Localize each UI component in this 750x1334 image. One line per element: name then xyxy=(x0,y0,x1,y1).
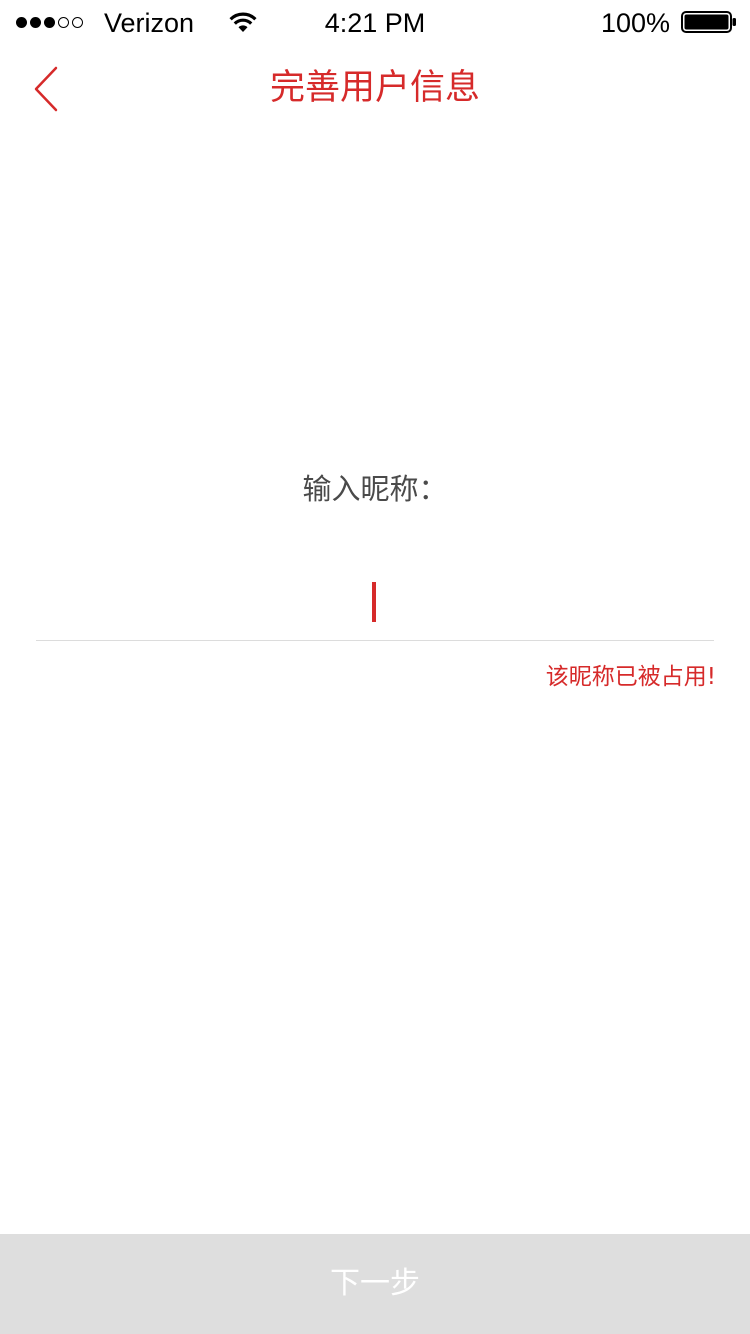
text-caret xyxy=(372,582,376,622)
battery-percent: 100% xyxy=(600,8,670,38)
input-underline xyxy=(36,640,714,641)
page-title: 完善用户信息 xyxy=(269,68,480,108)
nickname-label: 输入昵称： xyxy=(302,472,448,506)
nickname-error-message: 该昵称已被占用! xyxy=(545,664,716,690)
battery-icon xyxy=(681,11,736,33)
status-bar: Verizon 4:21 PM 100% xyxy=(0,0,750,44)
next-step-button[interactable]: 下一步 xyxy=(0,1234,750,1334)
